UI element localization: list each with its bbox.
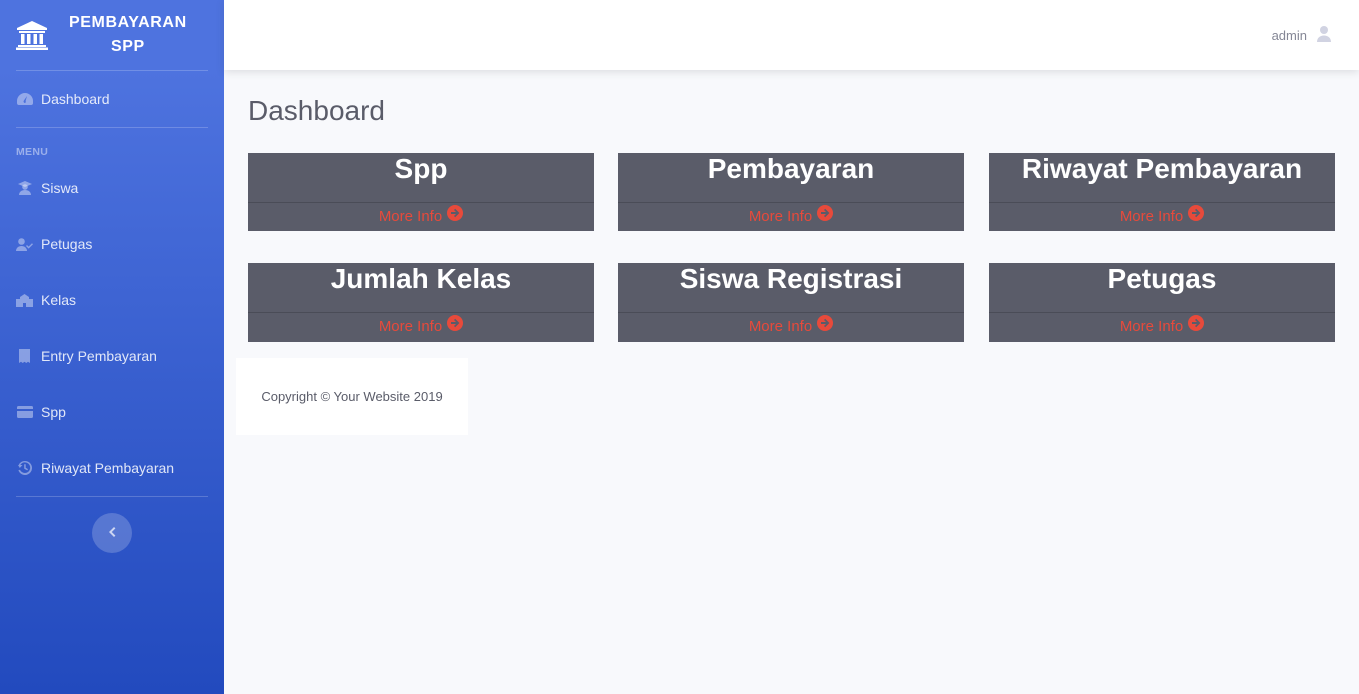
arrow-circle-right-icon xyxy=(1183,202,1205,232)
brand-title-line2: SPP xyxy=(110,38,145,55)
card-pembayaran[interactable]: Pembayaran More Info xyxy=(618,153,964,231)
topbar: admin xyxy=(224,0,1359,70)
sidebar-item-entry-pembayaran[interactable]: Entry Pembayaran xyxy=(0,328,224,384)
sidebar-divider xyxy=(16,127,208,128)
more-info-label: More Info xyxy=(378,318,443,335)
card-title: Riwayat Pembayaran xyxy=(1021,153,1303,184)
more-info-link[interactable]: More Info xyxy=(618,202,964,231)
card-petugas[interactable]: Petugas More Info xyxy=(989,263,1335,342)
user-check-icon xyxy=(16,237,33,251)
sidebar-item-riwayat-pembayaran[interactable]: Riwayat Pembayaran xyxy=(0,440,224,496)
sidebar: PEMBAYARAN SPP Dashboard MENU Siswa Petu… xyxy=(0,0,224,694)
bank-icon xyxy=(16,20,48,50)
sidebar-item-label: Petugas xyxy=(41,236,93,252)
sidebar-item-spp[interactable]: Spp xyxy=(0,384,224,440)
credit-card-icon xyxy=(16,405,33,419)
more-info-link[interactable]: More Info xyxy=(618,312,964,341)
card-title: Siswa Registrasi xyxy=(679,263,903,294)
arrow-circle-right-icon xyxy=(812,202,834,232)
sidebar-item-siswa[interactable]: Siswa xyxy=(0,160,224,216)
chevron-left-icon xyxy=(108,524,116,542)
sidebar-item-label: Spp xyxy=(41,404,66,420)
arrow-circle-right-icon xyxy=(442,202,464,232)
user-dropdown[interactable]: admin xyxy=(1272,26,1331,45)
sidebar-item-label: Riwayat Pembayaran xyxy=(41,460,175,476)
receipt-icon xyxy=(16,349,33,363)
more-info-label: More Info xyxy=(1119,318,1184,335)
card-spp[interactable]: Spp More Info xyxy=(248,153,594,231)
sidebar-toggle-button[interactable] xyxy=(92,513,132,553)
copyright-text: Copyright © Your Website 2019 xyxy=(261,389,443,404)
sidebar-item-label: Entry Pembayaran xyxy=(41,348,157,364)
card-title: Pembayaran xyxy=(707,153,875,184)
sidebar-item-label: Kelas xyxy=(41,292,77,308)
sidebar-item-dashboard[interactable]: Dashboard xyxy=(0,71,224,127)
card-jumlah-kelas[interactable]: Jumlah Kelas More Info xyxy=(248,263,594,342)
more-info-link[interactable]: More Info xyxy=(989,312,1335,341)
sidebar-heading: MENU xyxy=(16,146,49,158)
arrow-circle-right-icon xyxy=(442,312,464,342)
tachometer-icon xyxy=(16,92,33,106)
card-riwayat-pembayaran[interactable]: Riwayat Pembayaran More Info xyxy=(989,153,1335,231)
user-graduate-icon xyxy=(16,181,33,195)
more-info-link[interactable]: More Info xyxy=(989,202,1335,231)
history-icon xyxy=(16,461,33,475)
brand-title-line1: PEMBAYARAN xyxy=(69,14,187,31)
sidebar-item-label: Siswa xyxy=(41,180,79,196)
sidebar-brand[interactable]: PEMBAYARAN SPP xyxy=(0,0,224,70)
card-title: Spp xyxy=(394,153,448,184)
brand-title: PEMBAYARAN SPP xyxy=(69,11,187,59)
card-siswa-registrasi[interactable]: Siswa Registrasi More Info xyxy=(618,263,964,342)
sidebar-item-label: Dashboard xyxy=(41,91,110,107)
more-info-label: More Info xyxy=(378,208,443,225)
card-title: Jumlah Kelas xyxy=(330,263,512,294)
username: admin xyxy=(1271,28,1307,43)
more-info-link[interactable]: More Info xyxy=(248,202,594,231)
arrow-circle-right-icon xyxy=(1183,312,1205,342)
sidebar-divider xyxy=(16,496,208,497)
footer: Copyright © Your Website 2019 xyxy=(236,358,468,435)
more-info-label: More Info xyxy=(1119,208,1184,225)
more-info-label: More Info xyxy=(748,208,813,225)
more-info-link[interactable]: More Info xyxy=(248,312,594,341)
card-title: Petugas xyxy=(1107,263,1217,294)
school-icon xyxy=(16,293,33,307)
page-title: Dashboard xyxy=(248,95,385,126)
arrow-circle-right-icon xyxy=(812,312,834,342)
sidebar-item-kelas[interactable]: Kelas xyxy=(0,272,224,328)
user-icon xyxy=(1307,26,1331,45)
more-info-label: More Info xyxy=(748,318,813,335)
sidebar-item-petugas[interactable]: Petugas xyxy=(0,216,224,272)
